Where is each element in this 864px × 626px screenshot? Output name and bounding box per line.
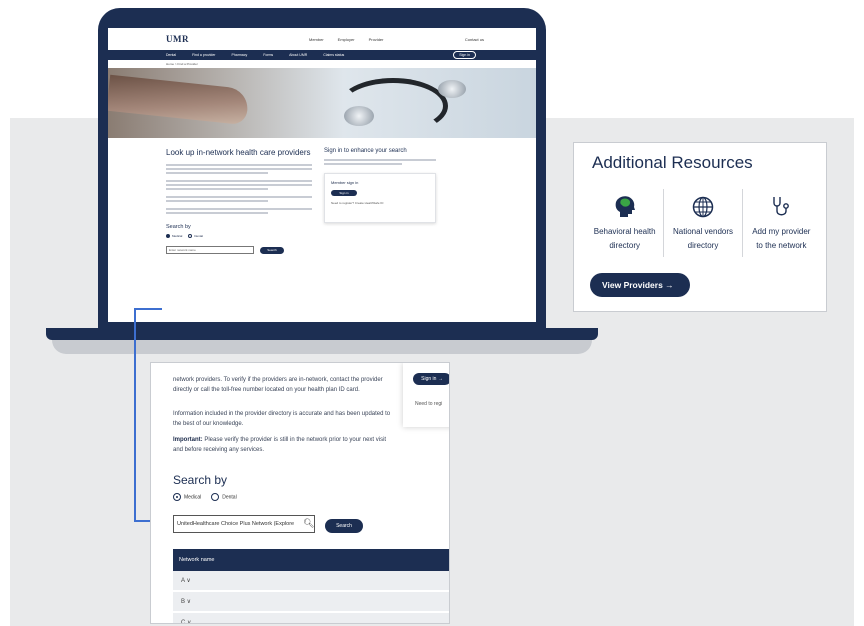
sign-in-button[interactable]: Sign in →: [413, 373, 449, 385]
resources-title: Additional Resources: [592, 153, 753, 172]
nav-item-forms[interactable]: Forms: [263, 53, 273, 57]
text-line: [166, 196, 312, 198]
info-paragraph: network providers. To verify if the prov…: [173, 377, 383, 393]
member-sign-in-button[interactable]: Sign in: [331, 190, 357, 196]
resource-label: Behavioral health directory: [593, 227, 656, 250]
umr-logo[interactable]: UMR: [166, 34, 189, 44]
table-row[interactable]: A ∨: [173, 571, 449, 591]
main-nav: Dental Find a provider Pharmacy Forms Ab…: [108, 50, 536, 60]
network-type-radios: Medical Dental: [166, 234, 312, 239]
radio-medical[interactable]: Medical: [166, 234, 182, 239]
text-line: [324, 159, 436, 161]
stethoscope-icon: [771, 195, 791, 219]
resource-add-provider[interactable]: Add my provider to the network: [741, 189, 820, 257]
text-line: [166, 188, 269, 190]
nav-item-claims[interactable]: Claims status: [323, 53, 344, 57]
network-search-input[interactable]: UnitedHealthcare Choice Plus Network (Ex…: [173, 515, 315, 533]
page-body: Look up in-network health care providers…: [108, 138, 536, 255]
table-row[interactable]: B ∨: [173, 592, 449, 612]
resource-national-vendors[interactable]: National vendors directory: [663, 189, 741, 257]
sign-in-card: Sign in → Need to regi: [403, 363, 449, 427]
stethoscope-bell-shape-2: [438, 80, 466, 98]
view-providers-button[interactable]: View Providers →: [590, 273, 690, 297]
network-search-input[interactable]: Enter network name: [166, 246, 254, 255]
text-line: [166, 200, 269, 202]
important-note: Important: Please verify the provider is…: [173, 437, 387, 453]
text-line: [166, 184, 312, 186]
connector-line: [134, 308, 136, 522]
text-line: [166, 172, 269, 174]
additional-resources-card: Additional Resources Behavioral health di…: [573, 142, 827, 312]
stethoscope-bell-shape: [344, 106, 374, 126]
top-link-member[interactable]: Member: [309, 37, 324, 42]
search-icon: 🔍︎: [303, 518, 315, 528]
search-button[interactable]: Search: [325, 519, 363, 533]
text-line: [324, 163, 403, 165]
text-line: [166, 168, 312, 170]
connector-line: [134, 308, 162, 310]
info-paragraph: Information included in the provider dir…: [173, 411, 391, 427]
nav-sign-in-button[interactable]: Sign in: [453, 51, 476, 59]
globe-icon: [692, 195, 714, 219]
text-line: [166, 208, 312, 210]
contact-link[interactable]: Contact us: [465, 37, 484, 42]
enhance-heading: Sign in to enhance your search: [324, 148, 407, 154]
top-links: Member Employer Provider: [309, 37, 383, 42]
table-row[interactable]: C ∨: [173, 613, 449, 623]
network-table-header: Network name: [173, 549, 449, 571]
nav-item-pharmacy[interactable]: Pharmacy: [231, 53, 247, 57]
laptop-base-shadow: [52, 340, 592, 354]
top-link-provider[interactable]: Provider: [369, 37, 384, 42]
search-row: Enter network name Search: [166, 246, 312, 255]
radio-dental[interactable]: Dental: [188, 234, 203, 239]
text-line: [166, 212, 269, 214]
hero-image: [108, 68, 536, 138]
register-link[interactable]: Need to regi: [415, 401, 442, 407]
search-by-heading: Search by: [173, 473, 228, 487]
zoomed-search-panel: network providers. To verify if the prov…: [150, 362, 450, 624]
text-line: [166, 180, 312, 182]
left-column: Look up in-network health care providers…: [166, 148, 312, 255]
resource-behavioral-health[interactable]: Behavioral health directory: [586, 189, 663, 257]
search-button[interactable]: Search: [260, 246, 284, 254]
page-title: Look up in-network health care providers: [166, 148, 311, 157]
member-sign-in-title: Member sign in: [331, 180, 359, 185]
breadcrumb: Home > Find a Provider: [166, 62, 198, 66]
top-link-employer[interactable]: Employer: [338, 37, 355, 42]
site-top-bar: UMR Member Employer Provider Contact us: [108, 28, 536, 50]
brain-head-icon: [614, 195, 636, 219]
network-type-radios: Medical Dental: [173, 493, 237, 501]
right-column: Sign in to enhance your search Member si…: [324, 148, 436, 254]
register-link[interactable]: Need to register? Create HealthSafe ID: [331, 201, 429, 205]
resource-label: National vendors directory: [672, 227, 734, 250]
nav-item-dental[interactable]: Dental: [166, 53, 176, 57]
search-by-heading: Search by: [166, 224, 191, 230]
member-sign-in-card: Member sign in Sign in Need to register?…: [324, 173, 436, 223]
laptop-base: [46, 328, 598, 340]
laptop-screen: UMR Member Employer Provider Contact us …: [108, 28, 536, 322]
nav-item-find-provider[interactable]: Find a provider: [192, 53, 215, 57]
hero-arm-shape: [108, 74, 250, 126]
nav-item-about[interactable]: About UMR: [289, 53, 307, 57]
radio-medical[interactable]: Medical: [173, 493, 201, 501]
resource-label: Add my provider to the network: [752, 227, 811, 250]
text-line: [166, 164, 312, 166]
resources-columns: Behavioral health directory National vend…: [586, 189, 820, 257]
radio-dental[interactable]: Dental: [211, 493, 237, 501]
marketing-composite: UMR Member Employer Provider Contact us …: [0, 0, 864, 626]
